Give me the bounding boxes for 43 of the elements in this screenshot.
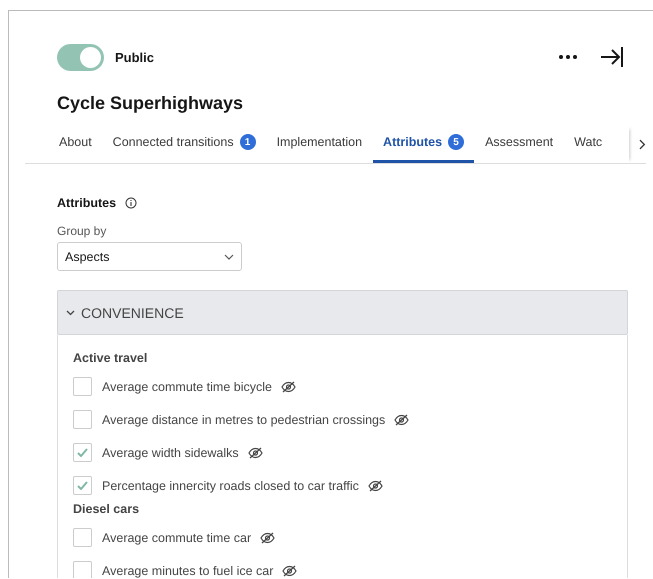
checkbox[interactable] — [73, 410, 92, 429]
chevron-down-icon — [224, 254, 234, 260]
tab[interactable]: Attributes 5 — [373, 126, 474, 163]
tab[interactable]: Assessment — [475, 126, 564, 163]
count-badge: 1 — [240, 134, 256, 150]
toggle-label: Public — [115, 50, 154, 64]
more-icon[interactable] — [558, 54, 578, 60]
checkmark-icon — [77, 481, 88, 490]
checkbox[interactable] — [73, 561, 92, 578]
checkbox[interactable] — [73, 377, 92, 396]
attribute-label: Average commute time car — [102, 530, 252, 544]
eye-off-icon[interactable] — [394, 414, 410, 426]
eye-off-icon[interactable] — [248, 446, 263, 458]
info-icon[interactable] — [125, 197, 138, 209]
attribute-label: Average minutes to fuel ice car — [102, 564, 274, 578]
field-label: Group by — [57, 224, 108, 238]
subgroup-heading: Active travel — [73, 351, 148, 365]
attribute-label: Percentage innercity roads closed to car traffic — [102, 478, 359, 492]
eye-off-icon[interactable] — [368, 480, 383, 492]
checkbox[interactable] — [73, 443, 92, 462]
chevron-right-icon[interactable] — [639, 139, 646, 150]
checkbox[interactable] — [73, 528, 92, 547]
eye-off-icon[interactable] — [260, 532, 276, 544]
arrow-to-line-icon[interactable] — [600, 46, 624, 68]
attribute-label: Average width sidewalks — [102, 446, 239, 460]
attribute-label: Average commute time bicycle — [102, 380, 272, 394]
chevron-icon — [66, 310, 75, 316]
eye-off-icon[interactable] — [280, 380, 296, 392]
section-title: Attributes — [57, 196, 116, 210]
toggle-switch[interactable] — [57, 44, 104, 70]
tab[interactable]: About — [43, 126, 102, 163]
group-by-dropdown[interactable]: Aspects — [57, 242, 242, 271]
checkbox[interactable] — [73, 476, 92, 495]
tab[interactable]: Connected transitions 1 — [102, 126, 266, 163]
tab[interactable]: Watc — [564, 126, 612, 163]
subgroup-heading: Diesel cars — [73, 502, 140, 516]
tab[interactable]: Implementation — [266, 126, 372, 163]
attribute-label: Average distance in metres to pedestrian crossings — [102, 412, 386, 426]
checkmark-icon — [77, 448, 88, 457]
eye-off-icon[interactable] — [282, 564, 298, 576]
count-badge: 5 — [448, 134, 464, 150]
page-title: Cycle Superhighways — [57, 93, 244, 114]
accordion-header[interactable]: CONVENIENCE — [57, 290, 628, 335]
